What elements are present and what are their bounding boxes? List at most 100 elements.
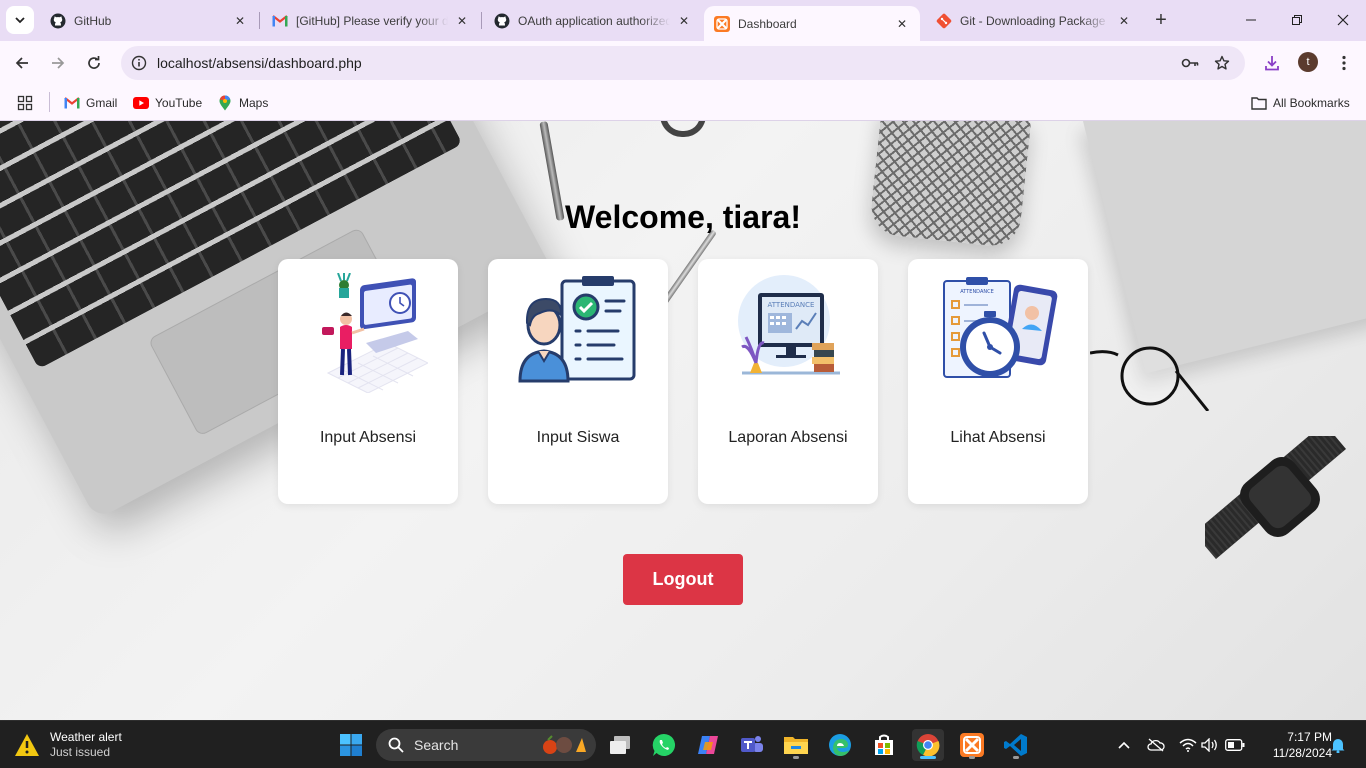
running-indicator — [920, 756, 936, 759]
bookmark-gmail[interactable]: Gmail — [64, 92, 117, 114]
minimize-icon — [1246, 19, 1256, 21]
taskbar-store[interactable] — [868, 729, 900, 761]
attendance-report-illustration: ATTENDANCE — [738, 275, 840, 375]
folder-icon — [784, 737, 808, 754]
taskbar-teams[interactable] — [736, 729, 768, 761]
reload-icon — [88, 56, 100, 69]
taskbar-clock[interactable]: 7:17 PM 11/28/2024 — [1250, 729, 1332, 761]
taskbar-file-explorer[interactable] — [780, 729, 812, 761]
tray-overflow-button[interactable] — [1114, 735, 1134, 755]
bookmark-star-icon[interactable] — [1208, 49, 1236, 77]
password-key-icon[interactable] — [1176, 49, 1204, 77]
tab-title: OAuth application authorized — [518, 13, 670, 28]
clock-time: 7:17 PM — [1287, 730, 1332, 744]
restore-button[interactable] — [1274, 0, 1320, 40]
onedrive-status[interactable] — [1146, 735, 1166, 755]
page-viewport: Welcome, tiara! Input Absensi Input Sisw… — [0, 121, 1366, 720]
url-path: /absensi/dashboard.php — [212, 55, 362, 71]
restore-icon — [1292, 15, 1302, 25]
tab-dashboard[interactable]: Dashboard ✕ — [704, 6, 920, 41]
close-icon[interactable]: ✕ — [454, 13, 470, 29]
taskbar-copilot[interactable] — [692, 729, 724, 761]
github-icon — [50, 13, 66, 29]
attendance-clock-illustration: ATTENDANCE — [943, 277, 1058, 378]
card-lihat-absensi[interactable]: ATTENDANCE Lihat Absensi — [908, 259, 1088, 504]
notifications-button[interactable] — [1328, 735, 1348, 755]
gmail-icon — [272, 13, 288, 29]
bookmarks-bar: Gmail YouTube Maps All Bookmarks — [0, 85, 1366, 121]
background-binder-clip — [660, 121, 706, 137]
git-icon — [936, 13, 952, 29]
battery-status[interactable] — [1225, 735, 1245, 755]
tab-search-button[interactable] — [6, 6, 34, 34]
taskbar-xampp[interactable] — [956, 729, 988, 761]
clock-date: 11/28/2024 — [1272, 746, 1332, 760]
xampp-icon — [714, 15, 730, 32]
speaker-icon — [1201, 738, 1217, 752]
bookmark-youtube[interactable]: YouTube — [133, 92, 202, 114]
tab-oauth[interactable]: OAuth application authorized ✕ — [484, 6, 702, 35]
wifi-status[interactable] — [1178, 735, 1198, 755]
forward-button[interactable] — [42, 47, 74, 79]
start-button[interactable] — [335, 729, 367, 761]
back-button[interactable] — [6, 47, 38, 79]
close-icon[interactable]: ✕ — [676, 13, 692, 29]
bookmark-label: Gmail — [86, 96, 118, 110]
apps-button[interactable] — [17, 92, 39, 114]
windows-logo-icon — [340, 734, 362, 756]
url-text: localhost/absensi/dashboard.php — [157, 55, 362, 71]
taskbar-edge[interactable] — [824, 729, 856, 761]
running-indicator — [969, 756, 975, 759]
tab-github[interactable]: GitHub ✕ — [40, 6, 258, 35]
xampp-icon — [960, 733, 984, 757]
tab-git[interactable]: Git - Downloading Package ✕ — [926, 6, 1142, 35]
taskbar-vscode[interactable] — [1000, 729, 1032, 761]
reload-button[interactable] — [78, 47, 110, 79]
tab-separator — [259, 12, 260, 29]
url-host: localhost — [157, 55, 213, 71]
logout-button[interactable]: Logout — [623, 554, 743, 605]
address-bar[interactable]: localhost/absensi/dashboard.php — [121, 46, 1245, 80]
volume-status[interactable] — [1200, 735, 1220, 755]
tab-gmail[interactable]: [GitHub] Please verify your device ✕ — [262, 6, 480, 35]
maps-icon — [217, 95, 233, 111]
taskbar-chrome[interactable] — [912, 729, 944, 761]
download-icon[interactable] — [1258, 49, 1286, 77]
card-input-siswa[interactable]: Input Siswa — [488, 259, 668, 504]
svg-text:ATTENDANCE: ATTENDANCE — [768, 301, 815, 309]
new-tab-button[interactable]: + — [1149, 8, 1173, 32]
site-info-icon[interactable] — [123, 46, 155, 80]
card-laporan-absensi[interactable]: ATTENDANCE Laporan Absensi — [698, 259, 878, 504]
wifi-icon — [1179, 738, 1197, 752]
search-highlight-icon — [543, 735, 586, 754]
whatsapp-icon — [652, 733, 676, 756]
tab-strip: GitHub ✕ [GitHub] Please verify your dev… — [0, 0, 1366, 41]
all-bookmarks-button[interactable]: All Bookmarks — [1251, 92, 1350, 114]
task-view-button[interactable] — [604, 729, 636, 761]
store-icon — [875, 734, 893, 755]
search-placeholder: Search — [414, 737, 459, 753]
more-menu-icon[interactable] — [1330, 49, 1358, 77]
close-icon[interactable]: ✕ — [232, 13, 248, 29]
input-attendance-illustration — [322, 273, 428, 393]
svg-text:ATTENDANCE: ATTENDANCE — [960, 289, 994, 295]
chrome-icon — [916, 734, 940, 757]
student-checklist-illustration — [518, 276, 636, 383]
copilot-icon — [698, 736, 718, 754]
close-icon[interactable]: ✕ — [894, 16, 910, 32]
tab-separator — [481, 12, 482, 29]
card-label: Input Siswa — [536, 429, 620, 446]
bookmark-maps[interactable]: Maps — [217, 92, 268, 114]
card-label: Lihat Absensi — [950, 429, 1046, 446]
browser-toolbar: localhost/absensi/dashboard.php t — [0, 41, 1366, 85]
teams-icon — [741, 736, 763, 752]
profile-avatar[interactable]: t — [1298, 52, 1318, 72]
taskbar-search[interactable]: Search — [376, 729, 596, 761]
weather-widget[interactable]: Weather alert Just issued — [14, 727, 122, 763]
minimize-button[interactable] — [1228, 0, 1274, 40]
taskbar-whatsapp[interactable] — [648, 729, 680, 761]
close-icon[interactable]: ✕ — [1116, 13, 1132, 29]
close-window-button[interactable] — [1320, 0, 1366, 40]
youtube-icon — [133, 95, 149, 111]
card-input-absensi[interactable]: Input Absensi — [278, 259, 458, 504]
